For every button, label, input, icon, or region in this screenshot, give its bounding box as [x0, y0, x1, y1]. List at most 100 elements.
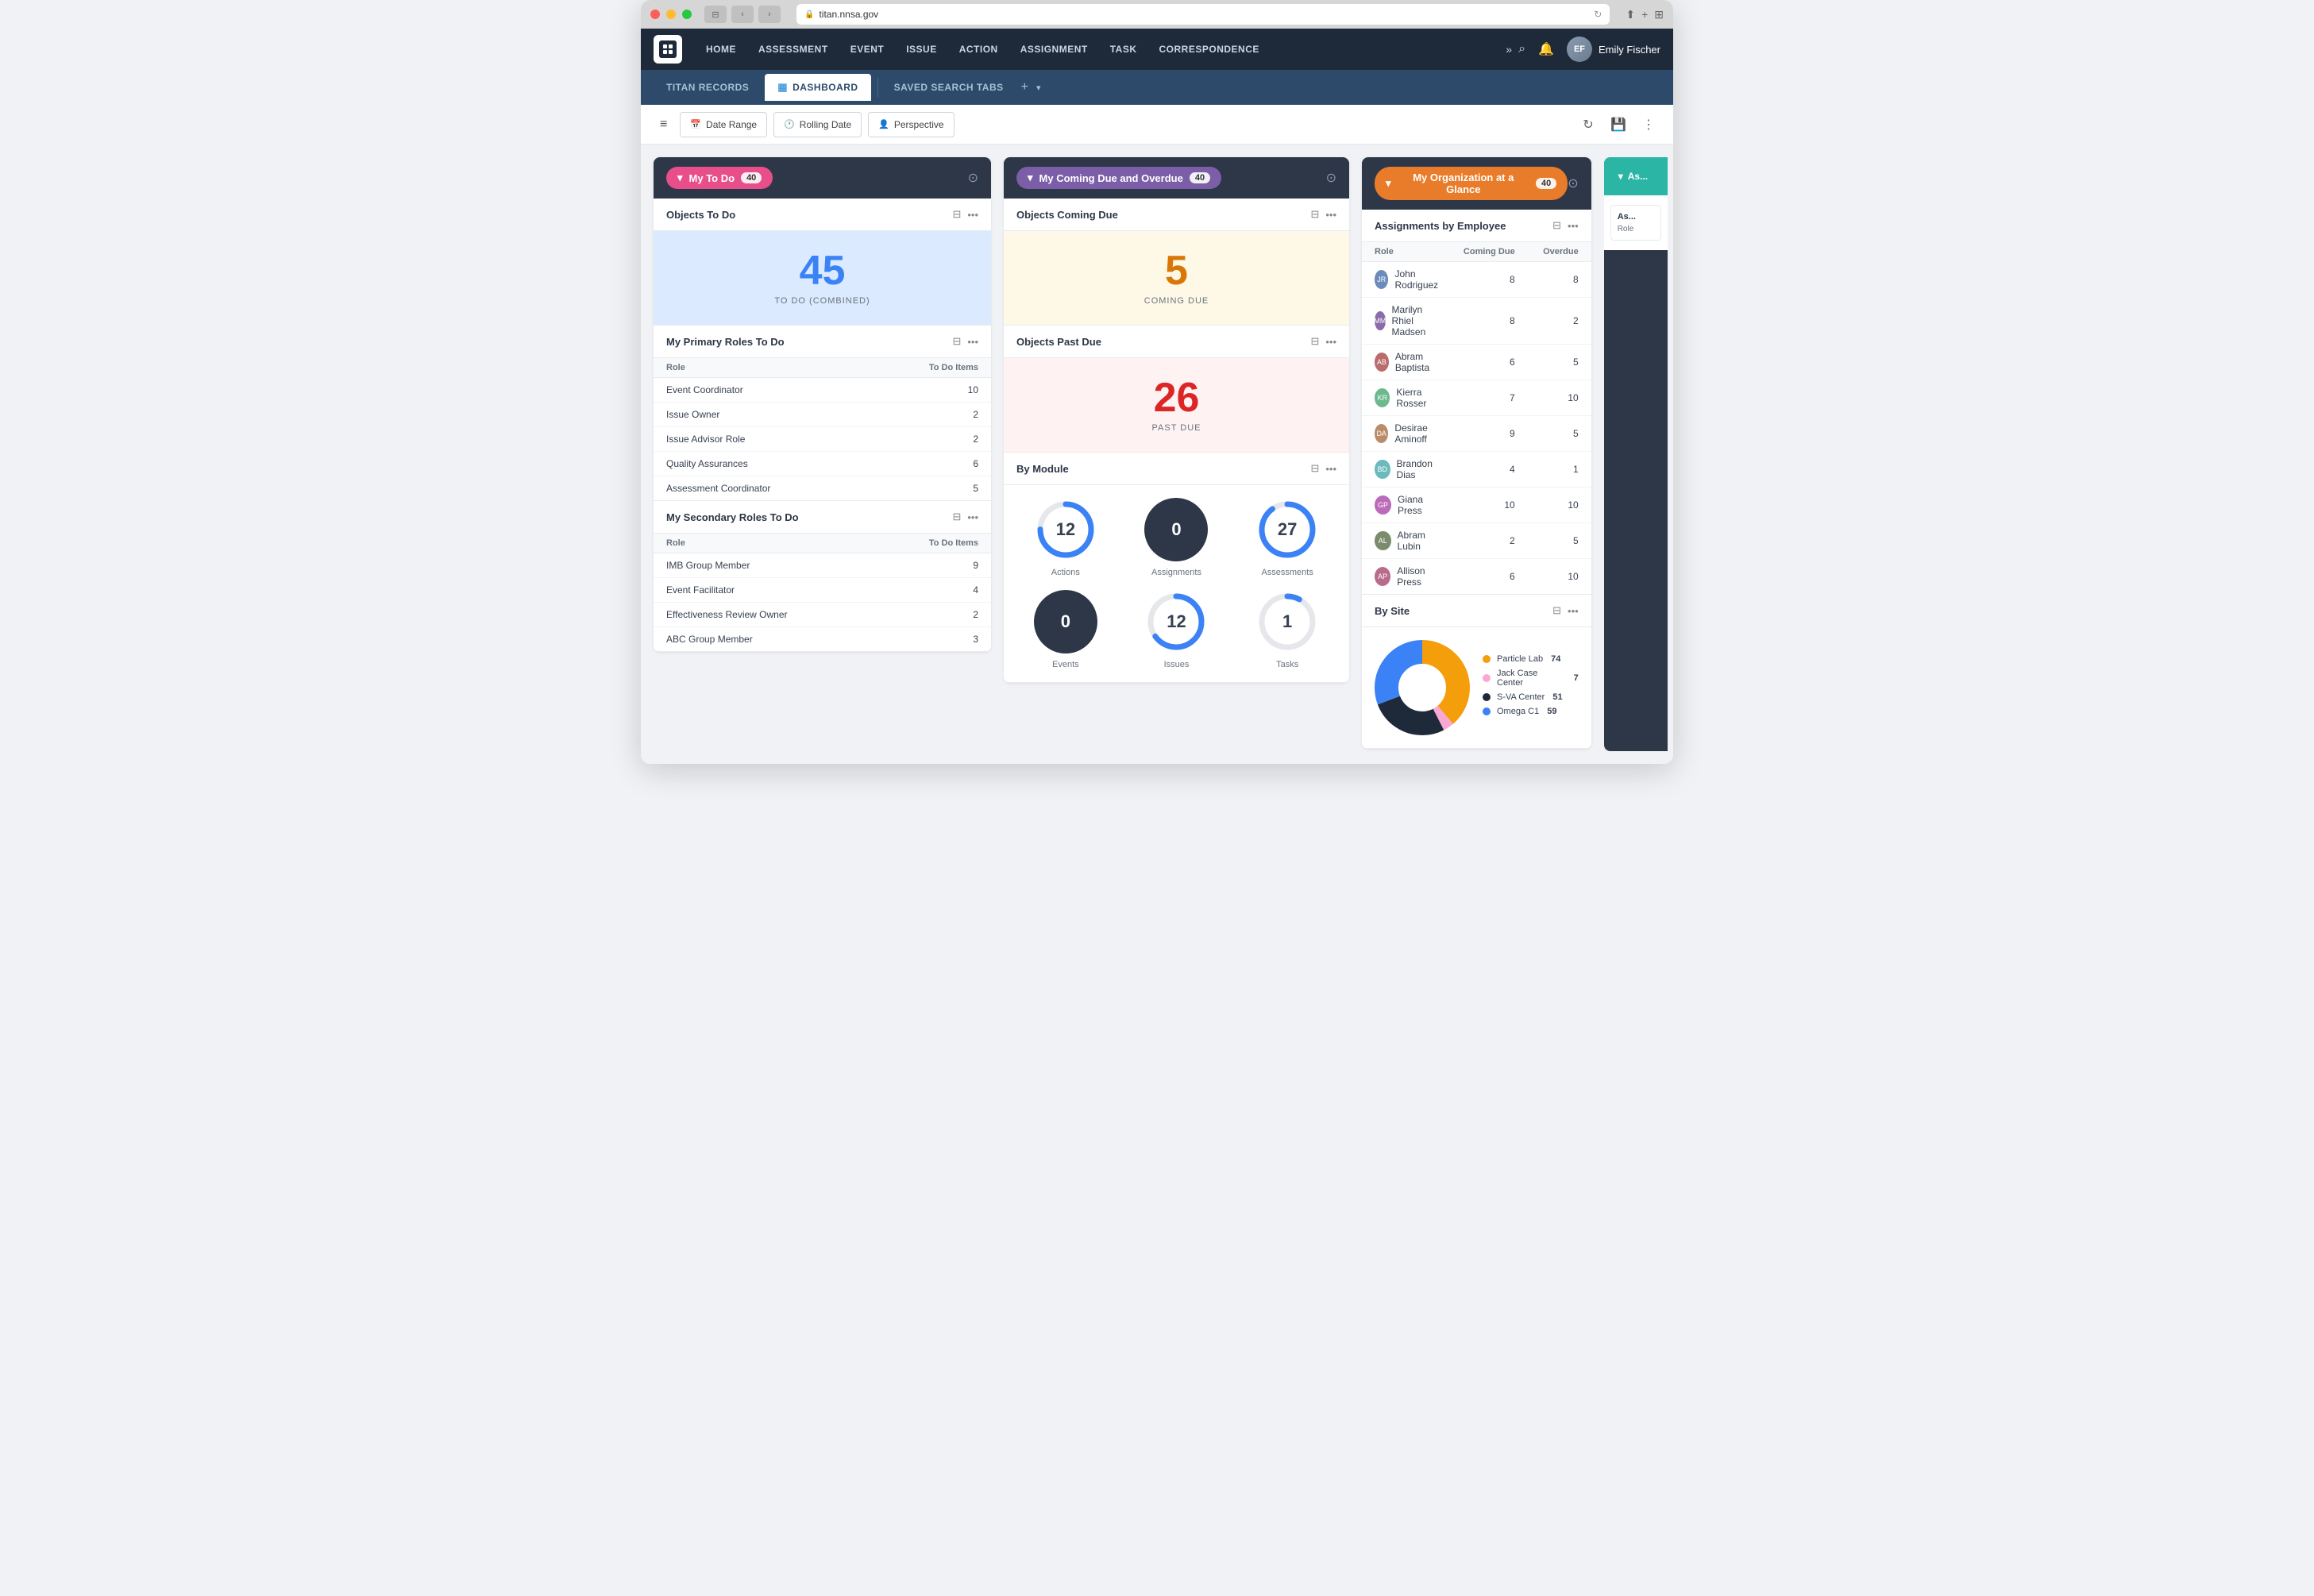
filter-button[interactable]: ≡	[654, 112, 673, 137]
emp-avatar-3: KR	[1375, 388, 1390, 407]
nav-issue[interactable]: ISSUE	[895, 29, 948, 70]
new-tab-button[interactable]: +	[1641, 8, 1648, 21]
tab-saved-search[interactable]: SAVED SEARCH TABS	[885, 82, 1013, 93]
objects-todo-big-number-container: 45 TO DO (COMBINED)	[654, 231, 991, 325]
org-glance-info-icon[interactable]: ⊙	[1568, 175, 1578, 191]
browser-close-dot[interactable]	[650, 10, 660, 19]
table-row[interactable]: Issue Advisor Role 2	[654, 427, 991, 452]
table-row[interactable]: Effectiveness Review Owner 2	[654, 603, 991, 627]
by-site-more-icon[interactable]: •••	[1568, 605, 1579, 617]
nav-assessment[interactable]: ASSESSMENT	[747, 29, 839, 70]
table-row[interactable]: MM Marilyn Rhiel Madsen 8 2	[1362, 298, 1591, 345]
emp-filter-icon[interactable]: ⊟	[1552, 219, 1561, 232]
add-tab-button[interactable]: +	[1016, 80, 1033, 94]
fourth-header-button[interactable]: ▾ As...	[1610, 167, 1656, 186]
nav-more-button[interactable]: »	[1499, 43, 1518, 56]
table-row[interactable]: Quality Assurances 6	[654, 452, 991, 476]
browser-maximize-dot[interactable]	[682, 10, 692, 19]
share-button[interactable]: ⬆	[1626, 8, 1635, 21]
fourth-widget-1-header: Role	[1618, 225, 1654, 233]
date-range-button[interactable]: 📅 Date Range	[680, 112, 767, 137]
module-tasks[interactable]: 1 Tasks	[1238, 590, 1336, 669]
objects-coming-due-title: Objects Coming Due	[1016, 209, 1118, 221]
table-row[interactable]: AL Abram Lubin 2 5	[1362, 523, 1591, 559]
by-site-filter-icon[interactable]: ⊟	[1552, 604, 1561, 617]
save-dashboard-button[interactable]: 💾	[1606, 113, 1630, 137]
tab-titan-records[interactable]: TITAN RECORDS	[654, 74, 762, 101]
coming-due-info-icon[interactable]: ⊙	[1326, 170, 1336, 186]
table-row[interactable]: AP Allison Press 6 10	[1362, 559, 1591, 594]
table-row[interactable]: GP Giana Press 10 10	[1362, 488, 1591, 523]
search-button[interactable]: ⌕	[1518, 42, 1525, 56]
table-row[interactable]: Issue Owner 2	[654, 403, 991, 427]
objects-coming-due-header: Objects Coming Due ⊟ •••	[1004, 199, 1349, 231]
employees-table: Role Coming Due Overdue JR John Rodrigue…	[1362, 242, 1591, 594]
secondary-roles-more-icon[interactable]: •••	[967, 511, 978, 523]
coming-due-header-button[interactable]: ▾ My Coming Due and Overdue 40	[1016, 167, 1221, 189]
emp-avatar-0: JR	[1375, 270, 1388, 289]
tab-dashboard[interactable]: ▦ DASHBOARD	[765, 74, 870, 101]
module-assignments[interactable]: 0 Assignments	[1128, 498, 1226, 577]
tab-titan-records-label: TITAN RECORDS	[666, 82, 749, 93]
table-row[interactable]: Event Coordinator 10	[654, 378, 991, 403]
sidebar-toggle-button[interactable]: ⊟	[704, 6, 727, 23]
primary-roles-filter-icon[interactable]: ⊟	[952, 335, 961, 348]
todo-info-icon[interactable]: ⊙	[968, 170, 978, 186]
legend-val-omega: 59	[1547, 707, 1556, 716]
module-issues[interactable]: 12 Issues	[1128, 590, 1226, 669]
forward-button[interactable]: ›	[758, 6, 781, 23]
emp-coming-due-5: 4	[1444, 464, 1515, 475]
more-options-button[interactable]: ⋮	[1637, 113, 1660, 137]
todo-header-button[interactable]: ▾ My To Do 40	[666, 167, 773, 189]
table-row[interactable]: ABC Group Member 3	[654, 627, 991, 651]
primary-role-name-4: Assessment Coordinator	[666, 483, 915, 494]
by-module-filter-icon[interactable]: ⊟	[1310, 462, 1319, 475]
emp-more-icon[interactable]: •••	[1568, 220, 1579, 232]
module-assessments[interactable]: 27 Assessments	[1238, 498, 1336, 577]
past-due-filter-icon[interactable]: ⊟	[1310, 335, 1319, 348]
todo-card: ▾ My To Do 40 ⊙ Objects To Do ⊟	[654, 157, 991, 652]
table-row[interactable]: Event Facilitator 4	[654, 578, 991, 603]
legend-dot-sva	[1483, 693, 1491, 701]
refresh-icon: ↻	[1594, 9, 1602, 20]
table-row[interactable]: Assessment Coordinator 5	[654, 476, 991, 500]
app-logo[interactable]	[654, 35, 682, 64]
table-row[interactable]: IMB Group Member 9	[654, 553, 991, 578]
objects-todo-more-icon[interactable]: •••	[967, 209, 978, 221]
module-events[interactable]: 0 Events	[1016, 590, 1115, 669]
table-row[interactable]: AB Abram Baptista 6 5	[1362, 345, 1591, 380]
org-glance-header-button[interactable]: ▾ My Organization at a Glance 40	[1375, 167, 1568, 200]
perspective-button[interactable]: 👤 Perspective	[868, 112, 954, 137]
nav-home[interactable]: HOME	[695, 29, 747, 70]
nav-event[interactable]: EVENT	[839, 29, 896, 70]
table-row[interactable]: JR John Rodriguez 8 8	[1362, 262, 1591, 298]
refresh-dashboard-button[interactable]: ↻	[1576, 113, 1600, 137]
nav-task[interactable]: TASK	[1099, 29, 1148, 70]
coming-due-more-icon[interactable]: •••	[1325, 209, 1336, 221]
nav-correspondence[interactable]: CORRESPONDENCE	[1148, 29, 1271, 70]
user-menu[interactable]: EF Emily Fischer	[1567, 37, 1660, 62]
objects-todo-filter-icon[interactable]: ⊟	[952, 208, 961, 221]
secondary-roles-filter-icon[interactable]: ⊟	[952, 511, 961, 523]
subnav-divider	[877, 78, 878, 97]
table-row[interactable]: BD Brandon Dias 4 1	[1362, 452, 1591, 488]
module-actions[interactable]: 12 Actions	[1016, 498, 1115, 577]
extensions-button[interactable]: ⊞	[1654, 8, 1664, 21]
nav-assignment[interactable]: ASSIGNMENT	[1009, 29, 1099, 70]
browser-minimize-dot[interactable]	[666, 10, 676, 19]
nav-action[interactable]: ACTION	[948, 29, 1009, 70]
by-module-more-icon[interactable]: •••	[1325, 463, 1336, 475]
notifications-button[interactable]: 🔔	[1538, 41, 1554, 57]
address-bar[interactable]: 🔒 titan.nnsa.gov ↻	[796, 4, 1610, 25]
primary-roles-more-icon[interactable]: •••	[967, 336, 978, 348]
back-button[interactable]: ‹	[731, 6, 754, 23]
calendar-icon: 📅	[690, 119, 701, 129]
past-due-more-icon[interactable]: •••	[1325, 336, 1336, 348]
rolling-date-button[interactable]: 🕐 Rolling Date	[773, 112, 862, 137]
tab-dropdown-button[interactable]: ▾	[1036, 83, 1041, 93]
objects-todo-widget: Objects To Do ⊟ ••• 45 TO DO (COMBINED)	[654, 199, 991, 326]
table-row[interactable]: DA Desirae Aminoff 9 5	[1362, 416, 1591, 452]
emp-overdue-8: 10	[1515, 571, 1579, 582]
coming-due-filter-icon[interactable]: ⊟	[1310, 208, 1319, 221]
table-row[interactable]: KR Kierra Rosser 7 10	[1362, 380, 1591, 416]
